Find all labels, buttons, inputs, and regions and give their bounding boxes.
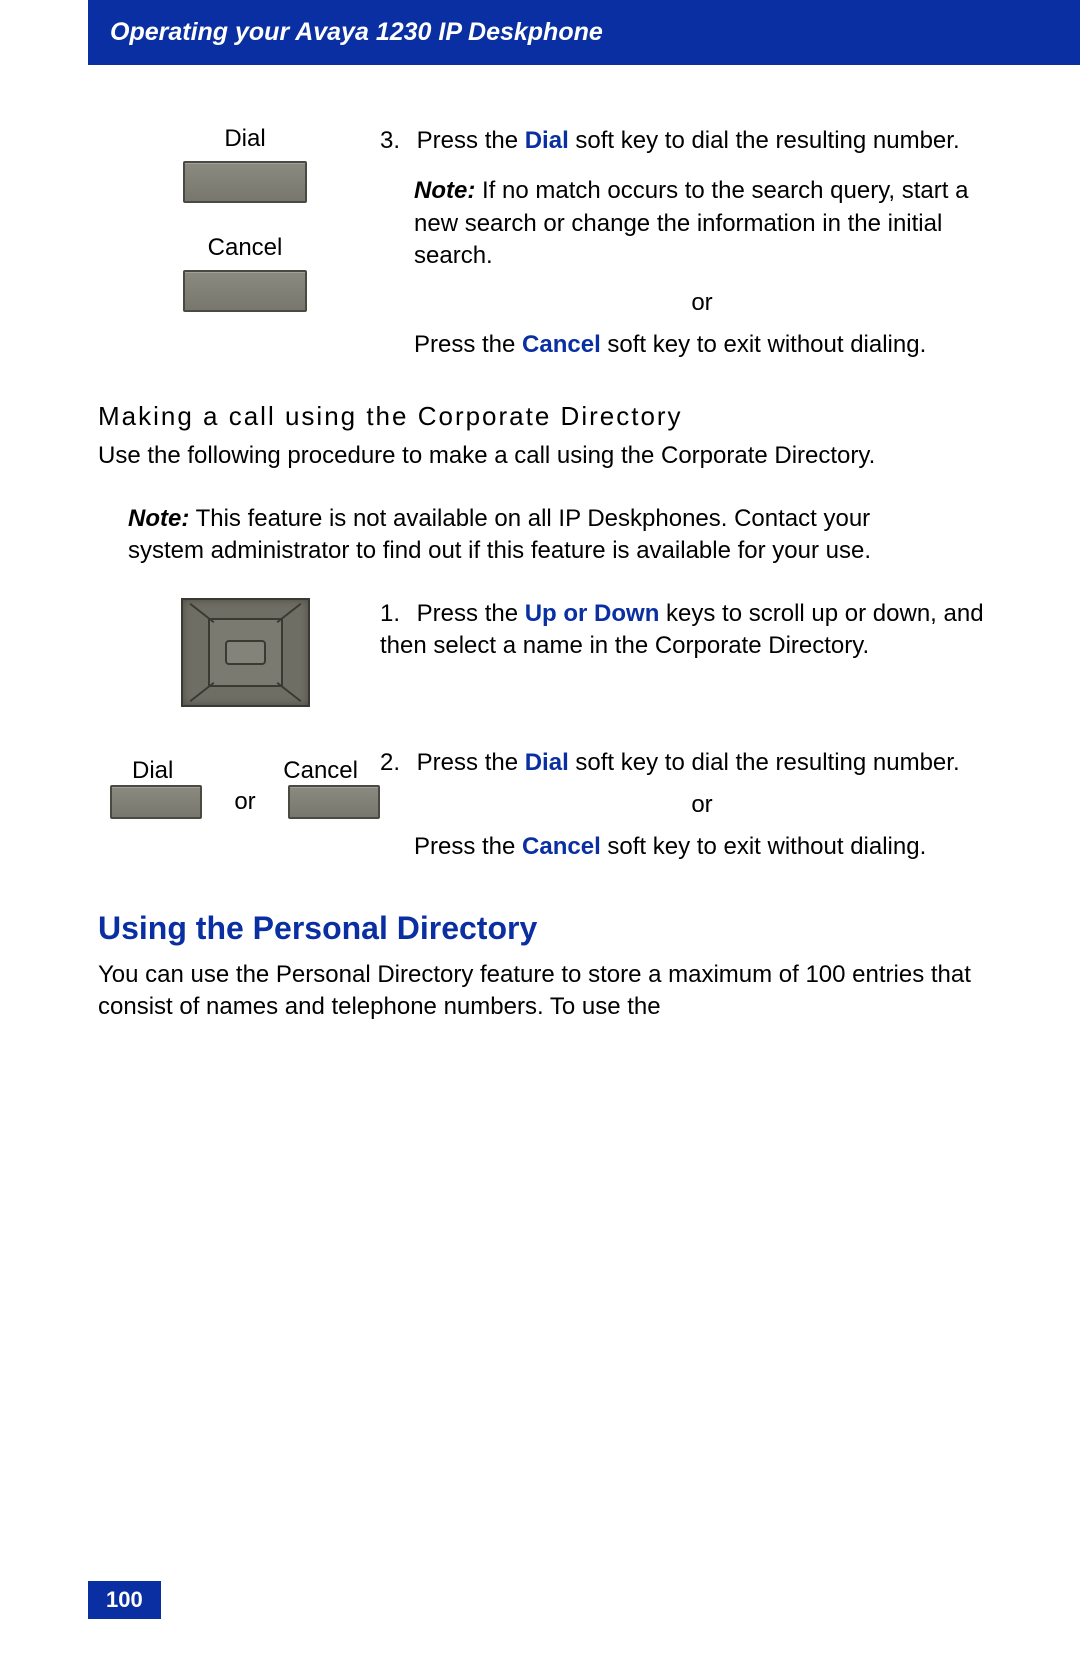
step-2-text: 2. Press the Dial soft key to dial the r… [380,747,990,864]
step-text: Press the [417,749,525,776]
section-heading: Using the Personal Directory [98,910,990,947]
note-block: Note: This feature is not available on a… [128,503,950,568]
dial-keyword: Dial [525,127,569,154]
cancel-softkey-icon [288,785,380,819]
step-1-text: 1. Press the Up or Down keys to scroll u… [380,598,990,707]
softkeys-column: Dial Cancel [110,125,380,361]
step-text: Press the [417,600,525,627]
step-3-text: 3. Press the Dial soft key to dial the r… [380,125,990,361]
section-body: You can use the Personal Directory featu… [98,959,990,1024]
step-text: soft key to exit without dialing. [601,331,927,358]
or-text: or [234,788,255,816]
subsection-heading: Making a call using the Corporate Direct… [98,401,990,432]
dial-softkey-icon [183,161,307,203]
page-header: Operating your Avaya 1230 IP Deskphone [88,0,1080,65]
or-separator: or [414,287,990,319]
step-3-row: Dial Cancel 3. Press the Dial soft key t… [110,125,990,361]
step-number: 1. [380,598,410,630]
or-text: or [691,289,712,316]
header-title: Operating your Avaya 1230 IP Deskphone [110,18,603,46]
step-text: soft key to exit without dialing. [601,833,927,860]
step-1-row: 1. Press the Up or Down keys to scroll u… [110,598,990,707]
note-label: Note: [414,177,475,204]
cancel-softkey-icon [183,270,307,312]
or-separator: or [414,789,990,821]
cancel-softkey-label: Cancel [110,234,380,262]
dial-keyword: Dial [525,749,569,776]
updown-keyword: Up or Down [525,600,660,627]
step-text: soft key to dial the resulting number. [569,749,960,776]
step-number: 2. [380,747,410,779]
step-text: Press the [414,331,522,358]
cancel-keyword: Cancel [522,833,601,860]
subsection-intro: Use the following procedure to make a ca… [98,440,990,472]
cancel-keyword: Cancel [522,331,601,358]
step-text: soft key to dial the resulting number. [569,127,960,154]
page-number: 100 [88,1581,161,1619]
or-text: or [691,791,712,818]
document-page: Operating your Avaya 1230 IP Deskphone D… [0,0,1080,1669]
note-text: If no match occurs to the search query, … [414,177,968,269]
navigation-pad-icon [181,598,310,707]
note-text: This feature is not available on all IP … [128,505,871,564]
step-text: Press the [417,127,525,154]
inline-softkeys-column: Dial Cancel or [110,747,380,864]
step-number: 3. [380,125,410,157]
cancel-softkey-label: Cancel [283,757,358,785]
dial-softkey-label: Dial [132,757,173,785]
step-text: Press the [414,833,522,860]
dial-softkey-label: Dial [110,125,380,153]
step-2-row: Dial Cancel or 2. Press the Dial soft ke… [110,747,990,864]
page-content: Dial Cancel 3. Press the Dial soft key t… [0,65,1080,1023]
inline-softkeys: Dial Cancel or [110,757,380,819]
dial-softkey-icon [110,785,202,819]
note-label: Note: [128,505,189,532]
navpad-column [110,598,380,707]
